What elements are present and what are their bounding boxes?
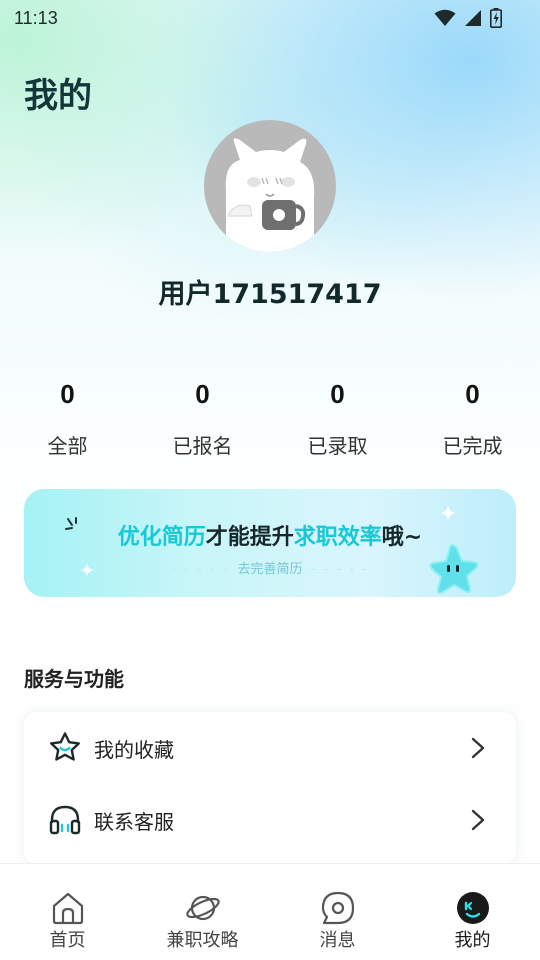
banner-subtitle[interactable]: 去完善简历 xyxy=(237,562,302,577)
stat-label: 已完成 xyxy=(442,434,503,458)
star-icon xyxy=(50,732,80,761)
avatar[interactable] xyxy=(204,120,336,252)
menu-item-customer-service[interactable]: 联系客服 xyxy=(24,784,516,856)
chevron-right-icon xyxy=(471,737,485,759)
status-icons xyxy=(434,8,502,28)
status-bar: 11:13 xyxy=(0,0,540,36)
profile-icon xyxy=(456,892,489,924)
banner-highlight-1: 优化简历 xyxy=(117,525,206,550)
tab-label: 兼职攻略 xyxy=(166,930,239,951)
bottom-tab-bar: 首页 兼职攻略 消息 我的 xyxy=(0,863,540,960)
banner-highlight-3: 求职效率 xyxy=(293,525,382,550)
wifi-icon xyxy=(434,9,456,26)
stat-all[interactable]: 0 全部 xyxy=(0,372,135,459)
tab-part-time-guide[interactable]: 兼职攻略 xyxy=(135,864,270,960)
page-title: 我的 xyxy=(24,76,92,116)
services-card: 我的收藏 联系客服 xyxy=(24,712,516,864)
stat-registered[interactable]: 0 已报名 xyxy=(135,372,270,459)
menu-item-favorites[interactable]: 我的收藏 xyxy=(24,712,516,784)
tab-profile[interactable]: 我的 xyxy=(405,864,540,960)
tab-label: 我的 xyxy=(454,930,491,951)
cat-avatar-icon xyxy=(225,138,315,252)
stat-label: 全部 xyxy=(47,434,88,458)
stat-completed[interactable]: 0 已完成 xyxy=(405,372,540,459)
stat-hired[interactable]: 0 已录取 xyxy=(270,372,405,459)
planet-icon xyxy=(185,895,220,921)
username: 用户171517417 xyxy=(158,279,382,310)
banner-text-4: 哦~ xyxy=(381,525,423,550)
status-time: 11:13 xyxy=(14,7,58,28)
stat-value: 0 xyxy=(195,379,210,409)
services-section-title: 服务与功能 xyxy=(24,667,124,691)
tab-home[interactable]: 首页 xyxy=(0,864,135,960)
stat-value: 0 xyxy=(60,379,75,409)
banner-text-2: 才能提升 xyxy=(205,525,294,550)
stat-value: 0 xyxy=(465,379,480,409)
menu-item-label: 联系客服 xyxy=(94,809,174,834)
tab-messages[interactable]: 消息 xyxy=(270,864,405,960)
message-icon xyxy=(321,891,354,925)
tab-label: 消息 xyxy=(319,930,356,951)
stat-label: 已报名 xyxy=(172,434,233,458)
headset-icon xyxy=(49,805,81,835)
resume-banner[interactable]: 优化简历才能提升求职效率哦~ - - - - - 去完善简历 - - - - - xyxy=(24,489,516,597)
battery-icon xyxy=(490,8,502,28)
stats-row: 0 全部 0 已报名 0 已录取 0 已完成 xyxy=(0,372,540,472)
chevron-right-icon xyxy=(471,809,485,831)
stat-label: 已录取 xyxy=(307,434,368,458)
stat-value: 0 xyxy=(330,379,345,409)
menu-item-label: 我的收藏 xyxy=(94,737,174,762)
star-mascot-icon xyxy=(429,543,479,594)
home-icon xyxy=(52,892,83,925)
cellular-signal-icon xyxy=(465,10,481,26)
tab-label: 首页 xyxy=(49,930,86,951)
